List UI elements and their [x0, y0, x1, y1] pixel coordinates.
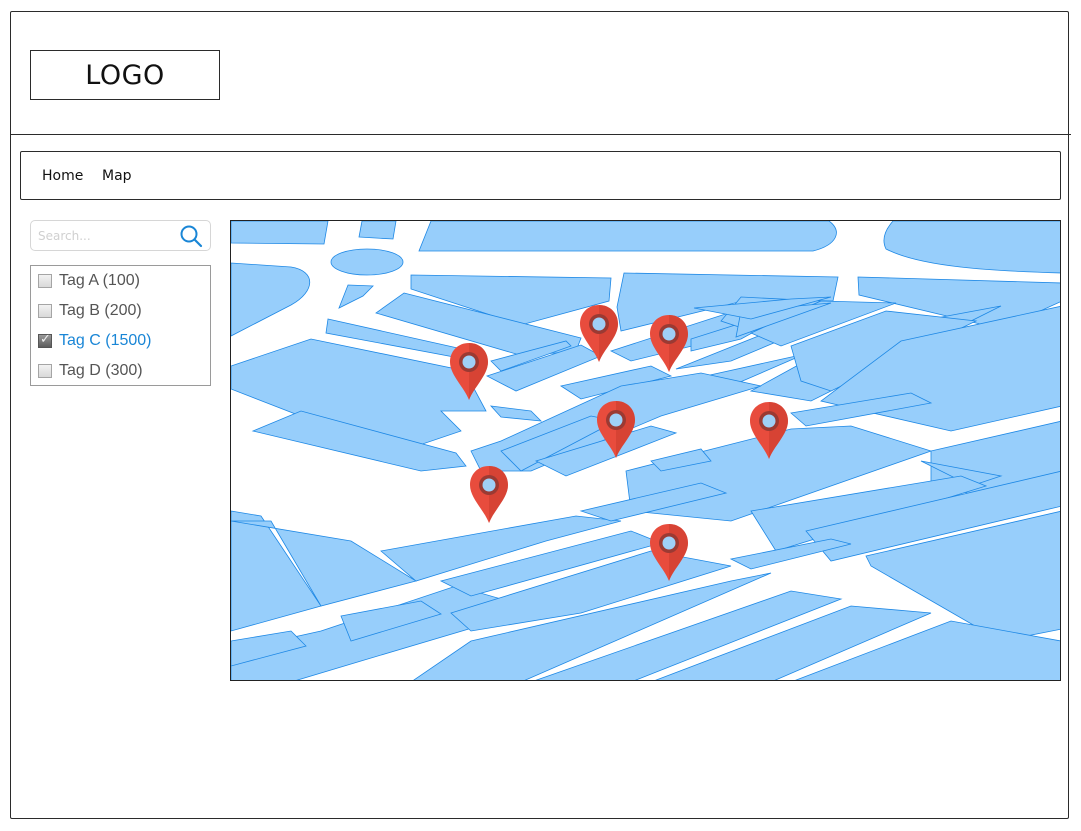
tag-d-label: Tag D (300)	[59, 362, 143, 379]
search-icon[interactable]	[179, 224, 203, 248]
tag-c-checkbox[interactable]: ✓	[38, 332, 52, 348]
tag-a-checkbox[interactable]	[38, 274, 52, 288]
logo-text: LOGO	[85, 59, 165, 91]
tag-b-label: Tag B (200)	[59, 302, 142, 319]
tag-item-b[interactable]: Tag B (200)	[38, 301, 142, 321]
map-marker-icon[interactable]	[470, 466, 508, 523]
nav-item-home[interactable]: Home	[42, 168, 83, 184]
nav-item-map[interactable]: Map	[102, 168, 132, 184]
map-view[interactable]	[230, 220, 1061, 681]
search-box	[30, 220, 211, 251]
tag-item-c[interactable]: ✓ Tag C (1500)	[38, 331, 152, 351]
tag-item-a[interactable]: Tag A (100)	[38, 271, 140, 291]
map-marker-icon[interactable]	[650, 315, 688, 372]
tag-b-checkbox[interactable]	[38, 304, 52, 318]
tag-d-checkbox[interactable]	[38, 364, 52, 378]
map-blocks	[231, 221, 1060, 680]
logo[interactable]: LOGO	[30, 50, 220, 100]
map-canvas[interactable]	[231, 221, 1061, 681]
tag-filter-list: Tag A (100) Tag B (200) ✓ Tag C (1500) T…	[30, 265, 211, 386]
header-divider	[10, 134, 1071, 135]
tag-a-label: Tag A (100)	[59, 272, 140, 289]
check-mark-icon: ✓	[40, 332, 51, 347]
search-input[interactable]	[38, 226, 168, 246]
tag-c-label: Tag C (1500)	[59, 332, 152, 349]
tag-item-d[interactable]: Tag D (300)	[38, 361, 143, 381]
nav-bar: Home Map	[20, 151, 1061, 200]
